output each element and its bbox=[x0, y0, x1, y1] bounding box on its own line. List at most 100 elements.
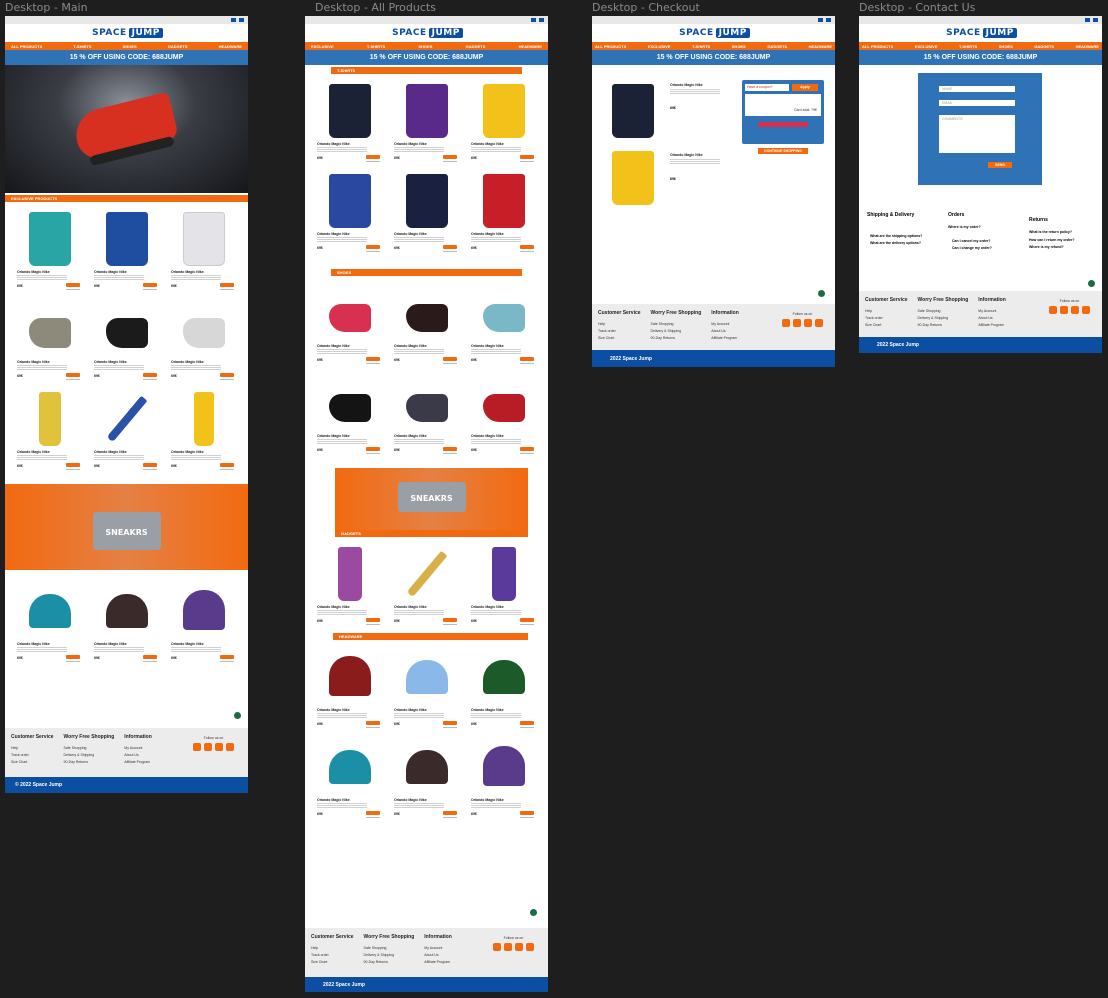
youtube-icon[interactable] bbox=[215, 743, 223, 751]
product-card[interactable]: Orlando Magic Nike 69€ bbox=[392, 736, 461, 826]
product-card[interactable]: Orlando Magic Nike 69€ bbox=[469, 170, 538, 260]
add-to-cart-button[interactable] bbox=[143, 463, 157, 467]
footer-link[interactable]: Track order bbox=[865, 316, 908, 320]
product-card[interactable]: Orlando Magic Nike 69€ bbox=[469, 646, 538, 736]
product-card[interactable]: Orlando Magic Nike 69€ bbox=[315, 170, 384, 260]
footer-link[interactable]: Size Chart bbox=[865, 323, 908, 327]
product-card[interactable]: Orlando Magic Nike 69€ bbox=[169, 298, 238, 388]
logo[interactable]: SPACE JUMP bbox=[944, 28, 1017, 38]
add-to-cart-button[interactable] bbox=[366, 155, 380, 159]
size-link[interactable] bbox=[366, 727, 380, 728]
add-to-cart-button[interactable] bbox=[520, 155, 534, 159]
size-link[interactable] bbox=[520, 624, 534, 625]
twitter-icon[interactable] bbox=[782, 319, 790, 327]
size-link[interactable] bbox=[143, 289, 157, 290]
footer-link[interactable]: Affiliate Program bbox=[424, 960, 452, 964]
logo[interactable]: SPACE JUMP bbox=[390, 28, 463, 38]
nav-headware[interactable]: HEADWARE bbox=[809, 44, 832, 49]
mail-icon[interactable] bbox=[531, 18, 536, 22]
instagram-icon[interactable] bbox=[793, 319, 801, 327]
size-link[interactable] bbox=[143, 379, 157, 380]
product-card[interactable]: Orlando Magic Nike 69€ bbox=[392, 372, 461, 462]
add-to-cart-button[interactable] bbox=[366, 811, 380, 815]
footer-link[interactable]: About Us bbox=[978, 316, 1006, 320]
size-link[interactable] bbox=[443, 727, 457, 728]
send-button[interactable]: SEND bbox=[988, 162, 1012, 168]
product-card[interactable]: Orlando Magic Nike 69€ bbox=[469, 80, 538, 170]
size-link[interactable] bbox=[366, 251, 380, 252]
size-link[interactable] bbox=[220, 289, 234, 290]
add-to-cart-button[interactable] bbox=[366, 721, 380, 725]
whatsapp-icon[interactable] bbox=[817, 289, 826, 298]
nav-shoes[interactable]: SHOES bbox=[999, 44, 1013, 49]
continue-shopping-button[interactable]: CONTINUE SHOPPING bbox=[758, 148, 808, 154]
nav-tshirts[interactable]: T-SHIRTS bbox=[692, 44, 710, 49]
add-to-cart-button[interactable] bbox=[443, 447, 457, 451]
footer-link[interactable]: Delivery & Shipping bbox=[64, 753, 115, 757]
facebook-icon[interactable] bbox=[1082, 306, 1090, 314]
product-card[interactable]: Orlando Magic Nike 69€ bbox=[392, 646, 461, 736]
add-to-cart-button[interactable] bbox=[220, 283, 234, 287]
product-card[interactable]: Orlando Magic Nike 69€ bbox=[92, 580, 161, 670]
mail-icon[interactable] bbox=[818, 18, 823, 22]
product-card[interactable]: Orlando Magic Nike 69€ bbox=[469, 282, 538, 372]
footer-link[interactable]: 90-Day Returns bbox=[918, 323, 969, 327]
size-link[interactable] bbox=[520, 727, 534, 728]
footer-link[interactable]: 90-Day Returns bbox=[364, 960, 415, 964]
nav-exclusive[interactable]: EXCLUSIVE bbox=[915, 44, 938, 49]
footer-link[interactable]: My Account bbox=[424, 946, 452, 950]
size-link[interactable] bbox=[520, 363, 534, 364]
add-to-cart-button[interactable] bbox=[520, 357, 534, 361]
footer-link[interactable]: Help bbox=[11, 746, 54, 750]
nav-headware[interactable]: HEADWARE bbox=[1076, 44, 1099, 49]
faq-link[interactable]: Can I change my order? bbox=[952, 246, 992, 250]
add-to-cart-button[interactable] bbox=[66, 283, 80, 287]
size-link[interactable] bbox=[443, 624, 457, 625]
product-card[interactable]: Orlando Magic Nike 69€ bbox=[315, 372, 384, 462]
size-link[interactable] bbox=[366, 161, 380, 162]
product-card[interactable]: Orlando Magic Nike 69€ bbox=[92, 388, 161, 478]
add-to-cart-button[interactable] bbox=[443, 245, 457, 249]
faq-link[interactable]: Can I cancel my order? bbox=[952, 239, 991, 243]
size-link[interactable] bbox=[520, 161, 534, 162]
nav-all-products[interactable]: ALL PRODUCTS bbox=[595, 44, 626, 49]
product-card[interactable]: Orlando Magic Nike 69€ bbox=[315, 736, 384, 826]
add-to-cart-button[interactable] bbox=[520, 245, 534, 249]
add-to-cart-button[interactable] bbox=[443, 357, 457, 361]
whatsapp-icon[interactable] bbox=[233, 711, 242, 720]
size-link[interactable] bbox=[443, 817, 457, 818]
product-card[interactable]: Orlando Magic Nike 69€ bbox=[315, 282, 384, 372]
add-to-cart-button[interactable] bbox=[66, 463, 80, 467]
nav-gadgets[interactable]: GADGETS bbox=[466, 44, 486, 49]
product-card[interactable]: Orlando Magic Nike 69€ bbox=[392, 170, 461, 260]
add-to-cart-button[interactable] bbox=[220, 373, 234, 377]
nav-all-products[interactable]: ALL PRODUCTS bbox=[11, 44, 42, 49]
product-card[interactable]: Orlando Magic Nike 69€ bbox=[315, 80, 384, 170]
add-to-cart-button[interactable] bbox=[366, 357, 380, 361]
twitter-icon[interactable] bbox=[493, 943, 501, 951]
size-link[interactable] bbox=[520, 251, 534, 252]
footer-link[interactable]: Affiliate Program bbox=[124, 760, 152, 764]
facebook-icon[interactable] bbox=[226, 743, 234, 751]
footer-link[interactable]: My Account bbox=[124, 746, 152, 750]
comments-field[interactable]: COMMENTS bbox=[939, 115, 1015, 153]
product-card[interactable]: Orlando Magic Nike 69€ bbox=[15, 298, 84, 388]
cart-icon[interactable] bbox=[539, 18, 544, 22]
facebook-icon[interactable] bbox=[815, 319, 823, 327]
youtube-icon[interactable] bbox=[804, 319, 812, 327]
nav-exclusive[interactable]: EXCLUSIVE bbox=[311, 44, 334, 49]
add-to-cart-button[interactable] bbox=[366, 618, 380, 622]
footer-link[interactable]: Safe Shopping bbox=[364, 946, 415, 950]
nav-gadgets[interactable]: GADGETS bbox=[168, 44, 188, 49]
product-card[interactable]: Orlando Magic Nike 69€ bbox=[15, 208, 84, 298]
size-link[interactable] bbox=[443, 363, 457, 364]
nav-headware[interactable]: HEADWARE bbox=[219, 44, 242, 49]
nav-headware[interactable]: HEADWARE bbox=[519, 44, 542, 49]
facebook-icon[interactable] bbox=[526, 943, 534, 951]
footer-link[interactable]: My Account bbox=[711, 322, 739, 326]
size-link[interactable] bbox=[143, 661, 157, 662]
nav-tshirts[interactable]: T-SHIRTS bbox=[959, 44, 977, 49]
add-to-cart-button[interactable] bbox=[220, 463, 234, 467]
faq-link[interactable]: How can I return my order? bbox=[1029, 238, 1075, 242]
footer-link[interactable]: Track order bbox=[598, 329, 641, 333]
